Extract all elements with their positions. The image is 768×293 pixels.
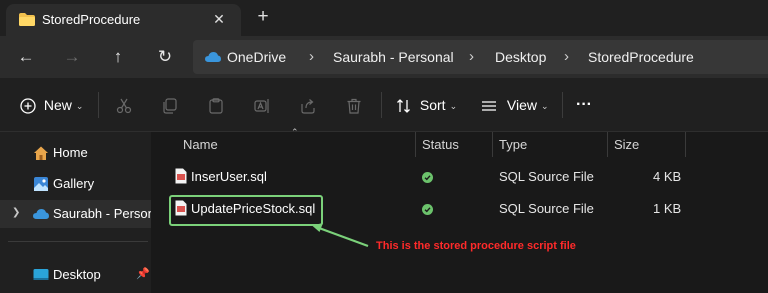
toolbar-divider bbox=[381, 92, 382, 118]
column-header-size[interactable]: Size bbox=[614, 137, 639, 152]
toolbar-divider bbox=[98, 92, 99, 118]
file-type: SQL Source File bbox=[499, 169, 594, 184]
trash-icon bbox=[347, 99, 361, 114]
sidebar-item-desktop[interactable]: Desktop 📌 bbox=[0, 261, 151, 289]
tab-storedprocedure[interactable]: StoredProcedure ✕ bbox=[6, 4, 241, 36]
new-label: New bbox=[43, 97, 72, 113]
share-icon bbox=[301, 99, 315, 114]
navigation-pane: Home Gallery ❯ Saurabh - Personal Deskto… bbox=[0, 132, 151, 293]
file-size: 4 KB bbox=[653, 169, 682, 184]
rename-button[interactable] bbox=[254, 95, 270, 115]
file-size: 1 KB bbox=[653, 201, 682, 216]
view-list-icon bbox=[482, 101, 496, 111]
column-headers: ⌃ Name Status Type Size bbox=[151, 127, 768, 157]
back-arrow-icon[interactable]: ← bbox=[11, 42, 41, 72]
navigation-bar: ← → ↑ ↻ OneDrive › Saurabh - Personal › … bbox=[0, 36, 768, 78]
breadcrumb-separator[interactable]: › bbox=[309, 48, 314, 65]
chevron-down-icon: ⌄ bbox=[540, 101, 549, 112]
sidebar-item-home[interactable]: Home bbox=[0, 139, 151, 167]
refresh-icon[interactable]: ↻ bbox=[150, 42, 180, 72]
new-tab-button[interactable]: + bbox=[252, 6, 274, 28]
paste-button[interactable] bbox=[208, 95, 224, 115]
column-header-status[interactable]: Status bbox=[422, 137, 459, 152]
sidebar-item-gallery[interactable]: Gallery bbox=[0, 170, 151, 198]
sync-status-check-icon bbox=[422, 204, 433, 215]
sync-status-check-icon bbox=[422, 172, 433, 183]
file-type: SQL Source File bbox=[499, 201, 594, 216]
breadcrumb-separator[interactable]: › bbox=[469, 48, 474, 65]
new-button[interactable]: New ⌄ bbox=[20, 95, 83, 115]
onedrive-icon bbox=[33, 209, 49, 219]
pin-icon[interactable]: 📌 bbox=[136, 267, 150, 280]
more-options-button[interactable]: ··· bbox=[576, 95, 592, 115]
clipboard-icon bbox=[209, 98, 223, 114]
plus-circle-icon bbox=[20, 98, 36, 114]
sidebar-item-label: Saurabh - Personal bbox=[53, 206, 151, 221]
sidebar-item-label: Home bbox=[53, 145, 88, 160]
scissors-icon bbox=[116, 98, 132, 114]
home-icon bbox=[34, 146, 48, 160]
up-arrow-icon[interactable]: ↑ bbox=[103, 42, 133, 72]
desktop-icon bbox=[33, 269, 49, 280]
column-header-type[interactable]: Type bbox=[499, 137, 527, 152]
breadcrumb-storedprocedure[interactable]: StoredProcedure bbox=[588, 49, 694, 65]
title-bar: StoredProcedure ✕ + bbox=[0, 0, 768, 36]
onedrive-icon bbox=[205, 52, 221, 62]
annotation-text: This is the stored procedure script file bbox=[376, 240, 576, 252]
close-tab-icon[interactable]: ✕ bbox=[209, 9, 229, 29]
sidebar-divider bbox=[8, 241, 148, 242]
column-divider[interactable] bbox=[685, 132, 686, 157]
sql-file-icon bbox=[175, 168, 187, 184]
column-header-name[interactable]: Name bbox=[183, 137, 218, 152]
table-row[interactable]: InserUser.sql SQL Source File 4 KB bbox=[151, 162, 768, 192]
sort-label: Sort bbox=[419, 97, 446, 113]
sidebar-item-label: Desktop bbox=[53, 267, 101, 282]
command-bar: New ⌄ Sort ⌄ View ⌄ ··· bbox=[0, 78, 768, 132]
chevron-down-icon: ⌄ bbox=[75, 101, 84, 112]
address-bar[interactable]: OneDrive › Saurabh - Personal › Desktop … bbox=[193, 40, 768, 74]
sort-ascending-icon: ⌃ bbox=[291, 127, 299, 137]
folder-icon bbox=[19, 13, 35, 26]
highlight-box bbox=[169, 195, 323, 226]
tab-title: StoredProcedure bbox=[42, 12, 141, 27]
breadcrumb-separator[interactable]: › bbox=[564, 48, 569, 65]
rename-icon bbox=[254, 99, 269, 114]
sidebar-item-label: Gallery bbox=[53, 176, 95, 191]
column-divider[interactable] bbox=[415, 132, 416, 157]
view-button[interactable]: View ⌄ bbox=[481, 95, 549, 115]
copy-icon bbox=[163, 98, 177, 114]
view-label: View bbox=[506, 97, 537, 113]
sidebar-item-saurabh-personal[interactable]: ❯ Saurabh - Personal bbox=[0, 200, 151, 228]
gallery-icon bbox=[34, 177, 48, 191]
forward-arrow-icon[interactable]: → bbox=[57, 42, 87, 72]
breadcrumb-saurabh-personal[interactable]: Saurabh - Personal bbox=[333, 49, 454, 65]
column-divider[interactable] bbox=[492, 132, 493, 157]
chevron-right-icon[interactable]: ❯ bbox=[12, 207, 20, 218]
breadcrumb-onedrive[interactable]: OneDrive bbox=[227, 49, 286, 65]
file-name: InserUser.sql bbox=[191, 169, 267, 184]
chevron-down-icon: ⌄ bbox=[449, 101, 458, 112]
breadcrumb-desktop[interactable]: Desktop bbox=[495, 49, 546, 65]
sort-icon bbox=[397, 99, 410, 114]
share-button[interactable] bbox=[300, 95, 316, 115]
copy-button[interactable] bbox=[162, 95, 178, 115]
cut-button[interactable] bbox=[116, 95, 132, 115]
delete-button[interactable] bbox=[346, 95, 362, 115]
toolbar-divider bbox=[562, 92, 563, 118]
column-divider[interactable] bbox=[607, 132, 608, 157]
sort-button[interactable]: Sort ⌄ bbox=[396, 95, 457, 115]
